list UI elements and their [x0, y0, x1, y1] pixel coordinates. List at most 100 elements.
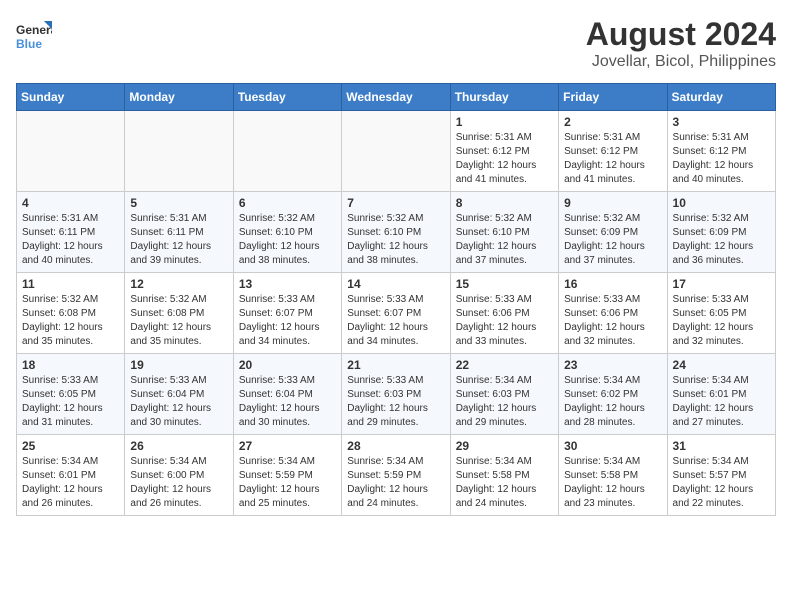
- calendar-week-row: 25 Sunrise: 5:34 AM Sunset: 6:01 PM Dayli…: [17, 435, 776, 516]
- day-number: 21: [347, 358, 444, 372]
- calendar-cell: 24 Sunrise: 5:34 AM Sunset: 6:01 PM Dayli…: [667, 354, 775, 435]
- calendar-week-row: 1 Sunrise: 5:31 AM Sunset: 6:12 PM Daylig…: [17, 111, 776, 192]
- calendar-cell: 13Sunrise: 5:33 AM Sunset: 6:07 PM Dayli…: [233, 273, 341, 354]
- day-number: 7: [347, 196, 444, 210]
- day-info: Sunrise: 5:34 AM Sunset: 6:03 PM Dayligh…: [456, 374, 553, 430]
- calendar-cell: [125, 111, 233, 192]
- day-number: 12: [130, 277, 227, 291]
- day-number: 4: [22, 196, 119, 210]
- day-number: 6: [239, 196, 336, 210]
- weekday-header: Tuesday: [233, 84, 341, 111]
- calendar-cell: 27 Sunrise: 5:34 AM Sunset: 5:59 PM Dayli…: [233, 435, 341, 516]
- day-number: 5: [130, 196, 227, 210]
- calendar-cell: 25 Sunrise: 5:34 AM Sunset: 6:01 PM Dayli…: [17, 435, 125, 516]
- day-info: Sunrise: 5:33 AM Sunset: 6:04 PM Dayligh…: [239, 374, 336, 430]
- calendar-cell: 14 Sunrise: 5:33 AM Sunset: 6:07 PM Dayli…: [342, 273, 450, 354]
- day-number: 28: [347, 439, 444, 453]
- day-info: Sunrise: 5:32 AM Sunset: 6:08 PM Dayligh…: [22, 293, 119, 349]
- day-number: 14: [347, 277, 444, 291]
- day-number: 26: [130, 439, 227, 453]
- day-info: Sunrise: 5:34 AM Sunset: 5:59 PM Dayligh…: [347, 455, 444, 511]
- calendar-cell: 20 Sunrise: 5:33 AM Sunset: 6:04 PM Dayli…: [233, 354, 341, 435]
- day-number: 3: [673, 115, 770, 129]
- day-info: Sunrise: 5:34 AM Sunset: 6:01 PM Dayligh…: [22, 455, 119, 511]
- day-number: 22: [456, 358, 553, 372]
- day-info: Sunrise: 5:34 AM Sunset: 5:58 PM Dayligh…: [564, 455, 661, 511]
- page-subtitle: Jovellar, Bicol, Philippines: [586, 53, 776, 71]
- weekday-header: Sunday: [17, 84, 125, 111]
- day-number: 29: [456, 439, 553, 453]
- calendar-cell: [17, 111, 125, 192]
- day-info: Sunrise: 5:34 AM Sunset: 6:01 PM Dayligh…: [673, 374, 770, 430]
- day-number: 16: [564, 277, 661, 291]
- title-section: August 2024 Jovellar, Bicol, Philippines: [586, 16, 776, 71]
- calendar-cell: 18 Sunrise: 5:33 AM Sunset: 6:05 PM Dayli…: [17, 354, 125, 435]
- day-number: 2: [564, 115, 661, 129]
- day-info: Sunrise: 5:33 AM Sunset: 6:07 PM Dayligh…: [347, 293, 444, 349]
- day-info: Sunrise: 5:33 AM Sunset: 6:06 PM Dayligh…: [456, 293, 553, 349]
- day-number: 15: [456, 277, 553, 291]
- calendar-cell: 28 Sunrise: 5:34 AM Sunset: 5:59 PM Dayli…: [342, 435, 450, 516]
- day-number: 24: [673, 358, 770, 372]
- day-info: Sunrise: 5:34 AM Sunset: 6:02 PM Dayligh…: [564, 374, 661, 430]
- day-info: Sunrise: 5:33 AM Sunset: 6:06 PM Dayligh…: [564, 293, 661, 349]
- day-info: Sunrise: 5:31 AM Sunset: 6:12 PM Dayligh…: [564, 131, 661, 187]
- weekday-header: Saturday: [667, 84, 775, 111]
- weekday-header: Monday: [125, 84, 233, 111]
- day-info: Sunrise: 5:33 AM Sunset: 6:05 PM Dayligh…: [22, 374, 119, 430]
- calendar-cell: 5 Sunrise: 5:31 AM Sunset: 6:11 PM Daylig…: [125, 192, 233, 273]
- day-info: Sunrise: 5:32 AM Sunset: 6:10 PM Dayligh…: [239, 212, 336, 268]
- weekday-header: Thursday: [450, 84, 558, 111]
- day-number: 9: [564, 196, 661, 210]
- calendar-cell: 9 Sunrise: 5:32 AM Sunset: 6:09 PM Daylig…: [559, 192, 667, 273]
- day-number: 8: [456, 196, 553, 210]
- day-info: Sunrise: 5:32 AM Sunset: 6:10 PM Dayligh…: [456, 212, 553, 268]
- day-info: Sunrise: 5:31 AM Sunset: 6:12 PM Dayligh…: [456, 131, 553, 187]
- calendar-cell: 3 Sunrise: 5:31 AM Sunset: 6:12 PM Daylig…: [667, 111, 775, 192]
- calendar-cell: [342, 111, 450, 192]
- calendar-cell: 1 Sunrise: 5:31 AM Sunset: 6:12 PM Daylig…: [450, 111, 558, 192]
- calendar-cell: 30 Sunrise: 5:34 AM Sunset: 5:58 PM Dayli…: [559, 435, 667, 516]
- weekday-header: Wednesday: [342, 84, 450, 111]
- calendar-week-row: 4 Sunrise: 5:31 AM Sunset: 6:11 PM Daylig…: [17, 192, 776, 273]
- calendar-cell: 19Sunrise: 5:33 AM Sunset: 6:04 PM Dayli…: [125, 354, 233, 435]
- calendar-cell: 21Sunrise: 5:33 AM Sunset: 6:03 PM Dayli…: [342, 354, 450, 435]
- calendar-cell: 7Sunrise: 5:32 AM Sunset: 6:10 PM Daylig…: [342, 192, 450, 273]
- calendar-cell: 22 Sunrise: 5:34 AM Sunset: 6:03 PM Dayli…: [450, 354, 558, 435]
- day-number: 31: [673, 439, 770, 453]
- weekday-header: Friday: [559, 84, 667, 111]
- calendar-table: SundayMondayTuesdayWednesdayThursdayFrid…: [16, 83, 776, 516]
- calendar-cell: 29 Sunrise: 5:34 AM Sunset: 5:58 PM Dayli…: [450, 435, 558, 516]
- day-info: Sunrise: 5:34 AM Sunset: 5:59 PM Dayligh…: [239, 455, 336, 511]
- day-number: 13: [239, 277, 336, 291]
- day-number: 1: [456, 115, 553, 129]
- day-number: 30: [564, 439, 661, 453]
- day-info: Sunrise: 5:34 AM Sunset: 6:00 PM Dayligh…: [130, 455, 227, 511]
- day-info: Sunrise: 5:34 AM Sunset: 5:57 PM Dayligh…: [673, 455, 770, 511]
- logo: General Blue: [16, 16, 52, 56]
- calendar-cell: 2 Sunrise: 5:31 AM Sunset: 6:12 PM Daylig…: [559, 111, 667, 192]
- day-number: 27: [239, 439, 336, 453]
- calendar-cell: 6 Sunrise: 5:32 AM Sunset: 6:10 PM Daylig…: [233, 192, 341, 273]
- day-number: 18: [22, 358, 119, 372]
- day-number: 10: [673, 196, 770, 210]
- calendar-cell: 11 Sunrise: 5:32 AM Sunset: 6:08 PM Dayli…: [17, 273, 125, 354]
- day-info: Sunrise: 5:31 AM Sunset: 6:12 PM Dayligh…: [673, 131, 770, 187]
- day-number: 11: [22, 277, 119, 291]
- day-number: 19: [130, 358, 227, 372]
- day-info: Sunrise: 5:31 AM Sunset: 6:11 PM Dayligh…: [130, 212, 227, 268]
- calendar-cell: 17Sunrise: 5:33 AM Sunset: 6:05 PM Dayli…: [667, 273, 775, 354]
- calendar-cell: 15 Sunrise: 5:33 AM Sunset: 6:06 PM Dayli…: [450, 273, 558, 354]
- day-info: Sunrise: 5:32 AM Sunset: 6:09 PM Dayligh…: [564, 212, 661, 268]
- calendar-cell: [233, 111, 341, 192]
- calendar-cell: 12 Sunrise: 5:32 AM Sunset: 6:08 PM Dayli…: [125, 273, 233, 354]
- day-info: Sunrise: 5:32 AM Sunset: 6:09 PM Dayligh…: [673, 212, 770, 268]
- day-number: 20: [239, 358, 336, 372]
- day-info: Sunrise: 5:34 AM Sunset: 5:58 PM Dayligh…: [456, 455, 553, 511]
- calendar-cell: 31 Sunrise: 5:34 AM Sunset: 5:57 PM Dayli…: [667, 435, 775, 516]
- day-info: Sunrise: 5:32 AM Sunset: 6:08 PM Dayligh…: [130, 293, 227, 349]
- calendar-cell: 10 Sunrise: 5:32 AM Sunset: 6:09 PM Dayli…: [667, 192, 775, 273]
- page-header: General Blue August 2024 Jovellar, Bicol…: [16, 16, 776, 71]
- day-number: 25: [22, 439, 119, 453]
- logo-icon: General Blue: [16, 16, 52, 56]
